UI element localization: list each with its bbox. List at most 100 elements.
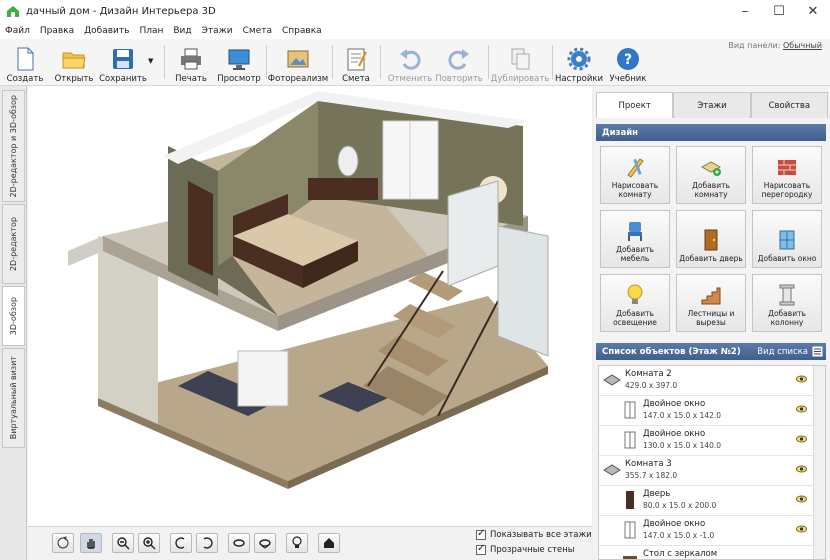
home-view-button[interactable] [318,533,340,553]
folder-icon [62,52,86,69]
eye-icon[interactable] [796,495,807,503]
window-icon [779,230,795,250]
monitor-icon [228,49,250,70]
rotate-right-button[interactable] [196,533,218,553]
rotate-360-button[interactable] [52,533,74,553]
list-item[interactable]: Комната 2 429.0 x 397.0 [599,366,825,396]
house-3d-render [68,91,549,489]
show-all-floors-option[interactable]: Показывать все этажи [476,528,592,540]
window-icon [624,431,636,449]
printer-icon [181,48,201,70]
menu-add[interactable]: Добавить [84,26,129,36]
tab-2d-and-3d[interactable]: 2D-редактор и 3D-обзор [2,90,25,202]
list-item[interactable]: Двойное окно 147.0 x 15.0 x 142.0 [599,396,825,426]
hand-icon [87,539,95,549]
menu-estimate[interactable]: Смета [243,26,272,36]
tilt-up-icon [233,539,245,547]
menu-view[interactable]: Вид [173,26,191,36]
rotate-right-icon [203,537,213,549]
draw-room-button[interactable]: Нарисовать комнату [600,146,670,204]
list-view-icon[interactable] [812,346,823,357]
add-door-button[interactable]: Добавить дверь [676,210,746,268]
list-item[interactable]: Стол с зеркалом [599,546,825,559]
maximize-icon[interactable]: ☐ [762,0,796,22]
menu-help[interactable]: Справка [282,26,322,36]
right-panel-tabs: Проект Этажи Свойства [596,92,828,118]
rotate-left-icon [175,537,185,549]
tab-2d-editor[interactable]: 2D-редактор [2,204,25,284]
photo-icon [287,50,309,68]
tab-floors[interactable]: Этажи [673,92,751,118]
window-icon [624,401,636,419]
stairs-icon [701,287,721,305]
tab-project[interactable]: Проект [596,92,674,118]
stairs-and-cutouts-button[interactable]: Лестницы и вырезы [676,274,746,332]
photorealism-button[interactable]: Фотореализм [268,41,328,84]
add-room-button[interactable]: Добавить комнату [676,146,746,204]
add-lighting-button[interactable]: Добавить освещение [600,274,670,332]
undo-button[interactable]: Отменить [388,41,432,84]
transparent-walls-option[interactable]: Прозрачные стены [476,543,574,555]
eye-icon[interactable] [796,465,807,473]
gear-icon [567,47,591,71]
settings-button[interactable]: Настройки [555,41,603,84]
minimize-icon[interactable]: – [728,0,762,22]
menu-plan[interactable]: План [139,26,163,36]
duplicate-button[interactable]: Дублировать [491,41,549,84]
show-all-floors-checkbox[interactable] [476,528,486,540]
menu-bar: Файл Правка Добавить План Вид Этажи Смет… [0,22,830,39]
list-item[interactable]: Дверь 80.0 x 15.0 x 200.0 [599,486,825,516]
panel-view-selector[interactable]: Вид панели: Обычный [728,41,822,50]
help-icon: ? [617,48,639,70]
eye-icon[interactable] [796,405,807,413]
table-icon [623,556,637,559]
3d-viewport[interactable] [28,86,592,526]
brick-wall-icon [778,160,796,175]
pencil-ruler-icon [627,158,644,178]
room-icon [603,374,621,386]
zoom-in-button[interactable] [138,533,160,553]
menu-floors[interactable]: Этажи [202,26,233,36]
main-toolbar: Создать Открыть Сохранить ▼ Печать Просм… [0,39,830,86]
preview-button[interactable]: Просмотр [217,41,261,84]
objects-scrollbar[interactable] [813,366,825,559]
list-item[interactable]: Комната 3 355.7 x 182.0 [599,456,825,486]
add-window-button[interactable]: Добавить окно [752,210,822,268]
transparent-walls-checkbox[interactable] [476,543,486,555]
tab-3d-view[interactable]: 3D-обзор [2,286,25,346]
save-button[interactable]: Сохранить [99,41,147,84]
eye-icon[interactable] [796,375,807,383]
eye-icon[interactable] [796,525,807,533]
draw-partition-button[interactable]: Нарисовать перегородку [752,146,822,204]
tab-virtual-visit[interactable]: Виртуальный визит [2,348,25,448]
rotate-left-button[interactable] [170,533,192,553]
menu-file[interactable]: Файл [5,26,30,36]
menu-edit[interactable]: Правка [40,26,74,36]
list-item[interactable]: Двойное окно 130.0 x 15.0 x 140.0 [599,426,825,456]
eye-icon[interactable] [796,435,807,443]
list-item[interactable]: Двойное окно 147.0 x 15.0 x -1.0 [599,516,825,546]
window-icon [624,521,636,539]
create-button[interactable]: Создать [6,41,44,84]
close-icon[interactable]: ✕ [796,0,830,22]
add-furniture-button[interactable]: Добавить мебель [600,210,670,268]
pan-button[interactable] [80,533,102,553]
app-icon [7,6,19,17]
tilt-down-button[interactable] [254,533,276,553]
save-dropdown-icon[interactable]: ▼ [148,57,153,65]
duplicate-icon [511,48,530,70]
tutorial-button[interactable]: ? Учебник [608,41,648,84]
tab-properties[interactable]: Свойства [750,92,828,118]
print-button[interactable]: Печать [172,41,210,84]
redo-button[interactable]: Повторить [435,41,483,84]
tilt-down-icon [259,539,271,549]
tilt-up-button[interactable] [228,533,250,553]
lighting-button[interactable] [286,533,308,553]
estimate-button[interactable]: Смета [340,41,372,84]
list-view-toggle[interactable]: Вид списка [757,347,808,357]
zoom-in-icon [143,537,156,550]
design-section-header: Дизайн [596,124,826,141]
zoom-out-button[interactable] [112,533,134,553]
add-column-button[interactable]: Добавить колонну [752,274,822,332]
open-button[interactable]: Открыть [54,41,94,84]
